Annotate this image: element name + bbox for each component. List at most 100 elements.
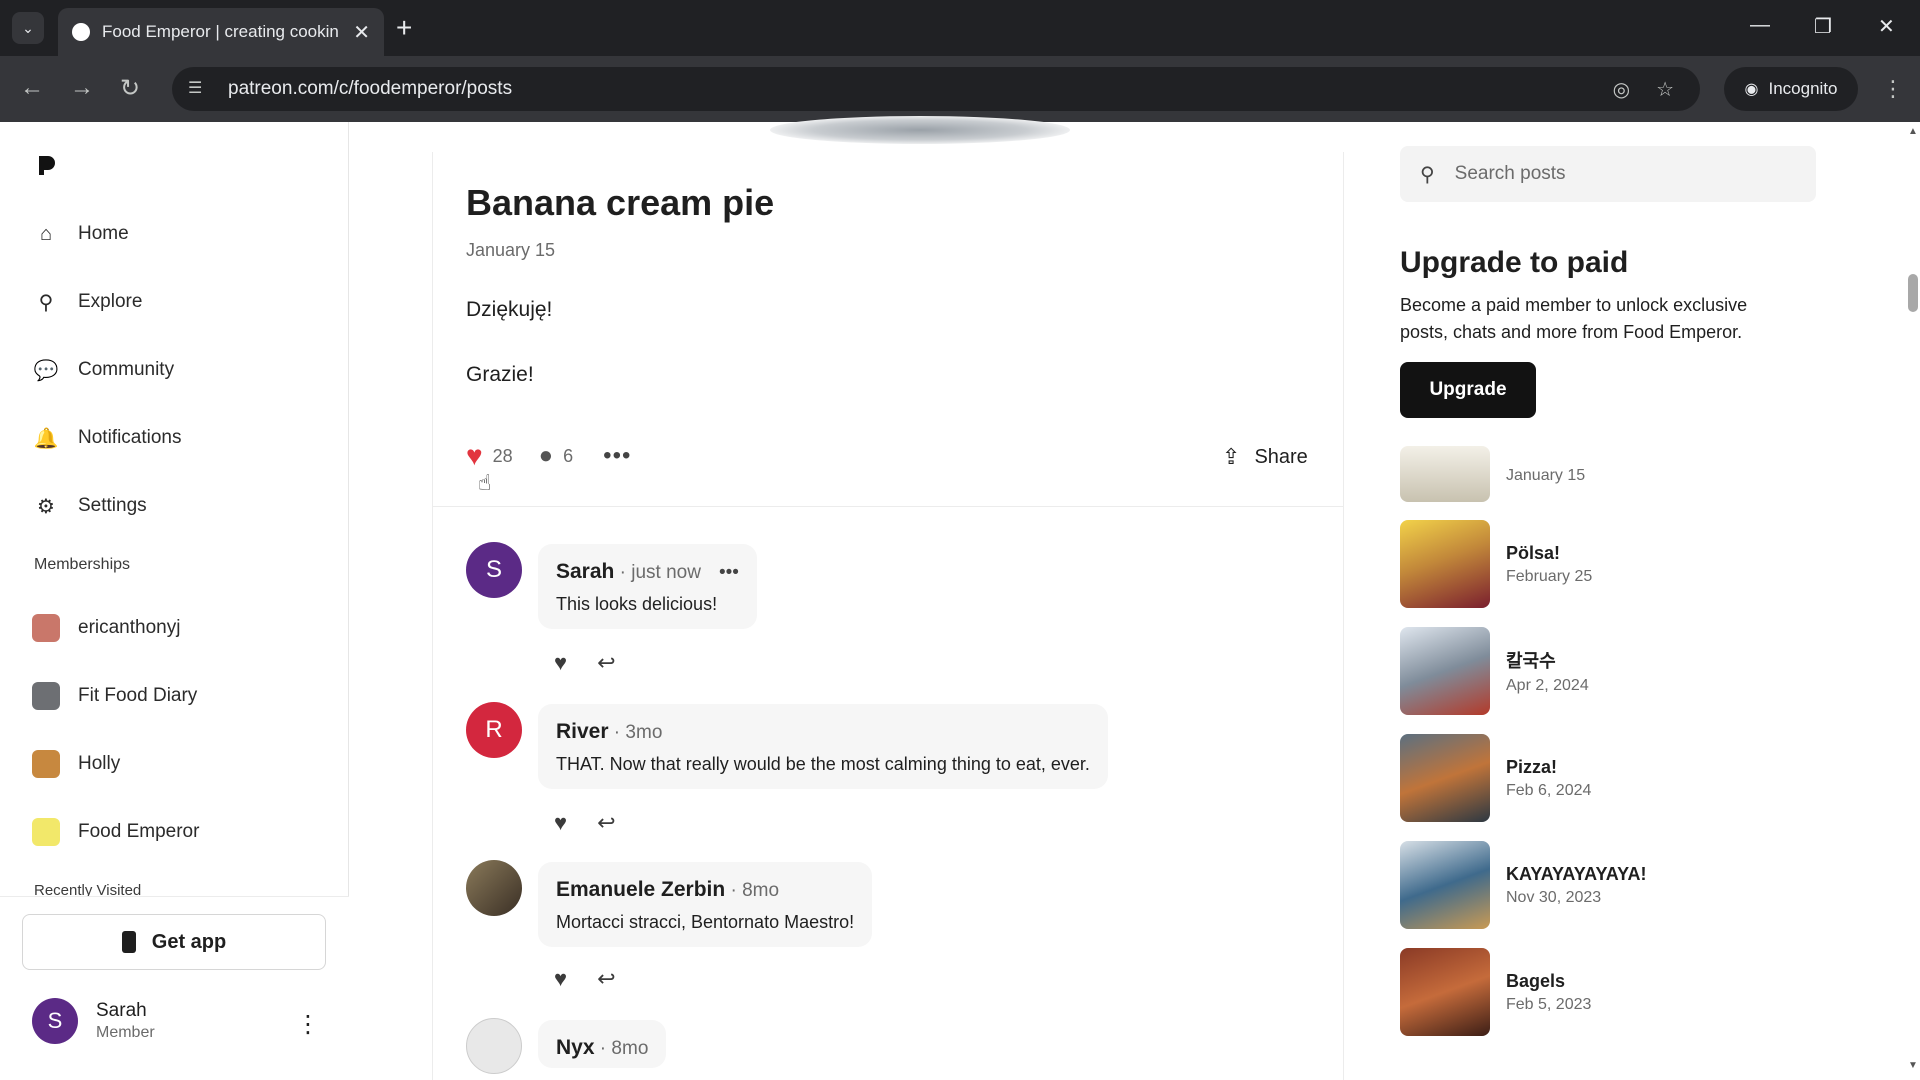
avatar: S [32,998,78,1044]
post-hero-image [430,116,1344,152]
membership-food-emperor[interactable]: Food Emperor [32,818,199,846]
related-post-date: February 25 [1506,567,1593,585]
comment-author[interactable]: River [556,720,609,743]
comment-icon[interactable]: ● [539,442,554,470]
scrollbar-thumb[interactable] [1908,274,1918,312]
forward-button[interactable]: → [70,74,94,102]
page-scrollbar[interactable]: ▲ ▼ [1904,122,1920,1080]
post-actions: ♥ 28 ● 6 ••• [466,440,631,472]
membership-ericanthonyj[interactable]: ericanthonyj [32,614,180,642]
related-post-title: Bagels [1506,970,1566,991]
new-tab-button[interactable]: + [396,12,412,44]
membership-fit-food-diary[interactable]: Fit Food Diary [32,682,197,710]
comment-like-icon[interactable]: ♥ [554,966,567,992]
bookmark-star-icon[interactable]: ☆ [1656,77,1674,102]
nav-home[interactable]: ⌂ Home [34,222,129,246]
membership-holly[interactable]: Holly [32,750,120,778]
scroll-up-arrow-icon[interactable]: ▲ [1908,126,1918,137]
minimize-button[interactable]: — [1750,14,1770,37]
post-thumbnail [1400,948,1490,1036]
avatar [32,818,60,846]
comment-text: Mortacci stracci, Bentornato Maestro! [556,912,855,932]
nav-settings-label: Settings [78,495,147,516]
browser-toolbar: ← → ↻ ☰ patreon.com/c/foodemperor/posts … [0,56,1920,122]
comment-reply-icon[interactable]: ↩ [597,966,615,992]
more-options-icon[interactable]: ••• [603,442,631,470]
related-post[interactable]: 칼국수 Apr 2, 2024 [1400,627,1589,715]
comment-author[interactable]: Sarah [556,560,614,583]
avatar[interactable] [466,1018,522,1074]
related-post-date: January 15 [1506,467,1586,484]
related-post[interactable]: Bagels Feb 5, 2023 [1400,948,1591,1036]
related-post[interactable]: Pizza! Feb 6, 2024 [1400,734,1591,822]
close-tab-icon[interactable]: ✕ [353,20,370,45]
get-app-button[interactable]: Get app [22,914,326,970]
avatar [32,682,60,710]
comment-bubble: Sarah · just now ••• This looks delicious… [538,544,757,629]
related-post-date: Apr 2, 2024 [1506,677,1589,694]
like-heart-icon[interactable]: ♥ [466,440,483,472]
profile-role: Member [96,1024,155,1041]
share-icon: ⇪ [1222,444,1241,469]
profile-card[interactable]: S Sarah Member [32,998,155,1044]
post-body-line: Grazie! [466,363,534,386]
incognito-indicator[interactable]: ◉ Incognito [1724,67,1858,111]
nav-explore[interactable]: ⚲ Explore [34,290,143,314]
comment-text: This looks delicious! [556,594,718,614]
search-icon: ⚲ [1420,163,1435,186]
related-post[interactable]: KAYAYAYAYAYA! Nov 30, 2023 [1400,841,1647,929]
profile-menu-icon[interactable]: ⋮ [296,1010,320,1039]
post-date: January 15 [466,240,556,260]
comment-count: 6 [563,445,574,466]
restore-button[interactable]: ❐ [1814,14,1832,39]
nav-settings[interactable]: ⚙ Settings [34,494,147,518]
nav-notifications[interactable]: 🔔 Notifications [34,426,182,450]
site-info-icon[interactable]: ☰ [188,78,210,100]
chat-icon: 💬 [33,359,59,382]
comment-text: THAT. Now that really would be the most … [556,754,1090,774]
comment-like-icon[interactable]: ♥ [554,810,567,836]
avatar [32,750,60,778]
tab-title: Food Emperor | creating cookin [102,22,339,41]
comment-time: just now [631,562,701,583]
upgrade-button[interactable]: Upgrade [1400,362,1536,418]
related-post[interactable]: Pölsa! February 25 [1400,520,1592,608]
post-thumbnail [1400,627,1490,715]
reload-button[interactable]: ↻ [120,74,140,103]
phone-icon [121,931,136,953]
comment-bubble: River · 3mo THAT. Now that really would … [538,704,1108,789]
share-label: Share [1254,445,1308,468]
back-button[interactable]: ← [20,74,44,102]
like-count: 28 [492,445,513,466]
tab-search-button[interactable]: ⌄ [12,12,44,44]
comment-reply-icon[interactable]: ↩ [597,650,615,676]
comment-like-icon[interactable]: ♥ [554,650,567,676]
nav-community[interactable]: 💬 Community [33,358,175,382]
avatar[interactable] [466,860,522,916]
close-window-button[interactable]: ✕ [1878,14,1895,39]
tracking-protection-icon[interactable]: ◎ [1613,77,1630,102]
membership-label: ericanthonyj [78,617,181,638]
comment-author[interactable]: Emanuele Zerbin [556,878,725,901]
related-post-date: Feb 6, 2024 [1506,781,1592,799]
related-post-date: Nov 30, 2023 [1506,888,1602,906]
address-bar[interactable]: ☰ patreon.com/c/foodemperor/posts ◎ ☆ [172,67,1700,111]
scroll-down-arrow-icon[interactable]: ▼ [1908,1060,1918,1071]
membership-label: Fit Food Diary [78,685,198,706]
nav-notifications-label: Notifications [78,427,182,448]
share-button[interactable]: ⇪ Share [1222,444,1308,470]
related-post[interactable]: January 15 [1400,446,1585,502]
search-input[interactable] [1454,163,1775,185]
browser-tab[interactable]: Food Emperor | creating cookin ✕ [58,8,384,56]
avatar[interactable]: R [466,702,522,758]
comment-time: 8mo [742,880,780,901]
browser-menu-icon[interactable]: ⋮ [1882,76,1904,102]
comment-author[interactable]: Nyx [556,1036,595,1059]
search-posts[interactable]: ⚲ [1400,146,1816,202]
patreon-logo-icon[interactable] [36,154,58,176]
comment-more-icon[interactable]: ••• [719,562,739,583]
comment-reply-icon[interactable]: ↩ [597,810,615,836]
related-post-title: 칼국수 [1506,651,1556,671]
related-post-title: KAYAYAYAYAYA! [1506,863,1647,884]
avatar[interactable]: S [466,542,522,598]
